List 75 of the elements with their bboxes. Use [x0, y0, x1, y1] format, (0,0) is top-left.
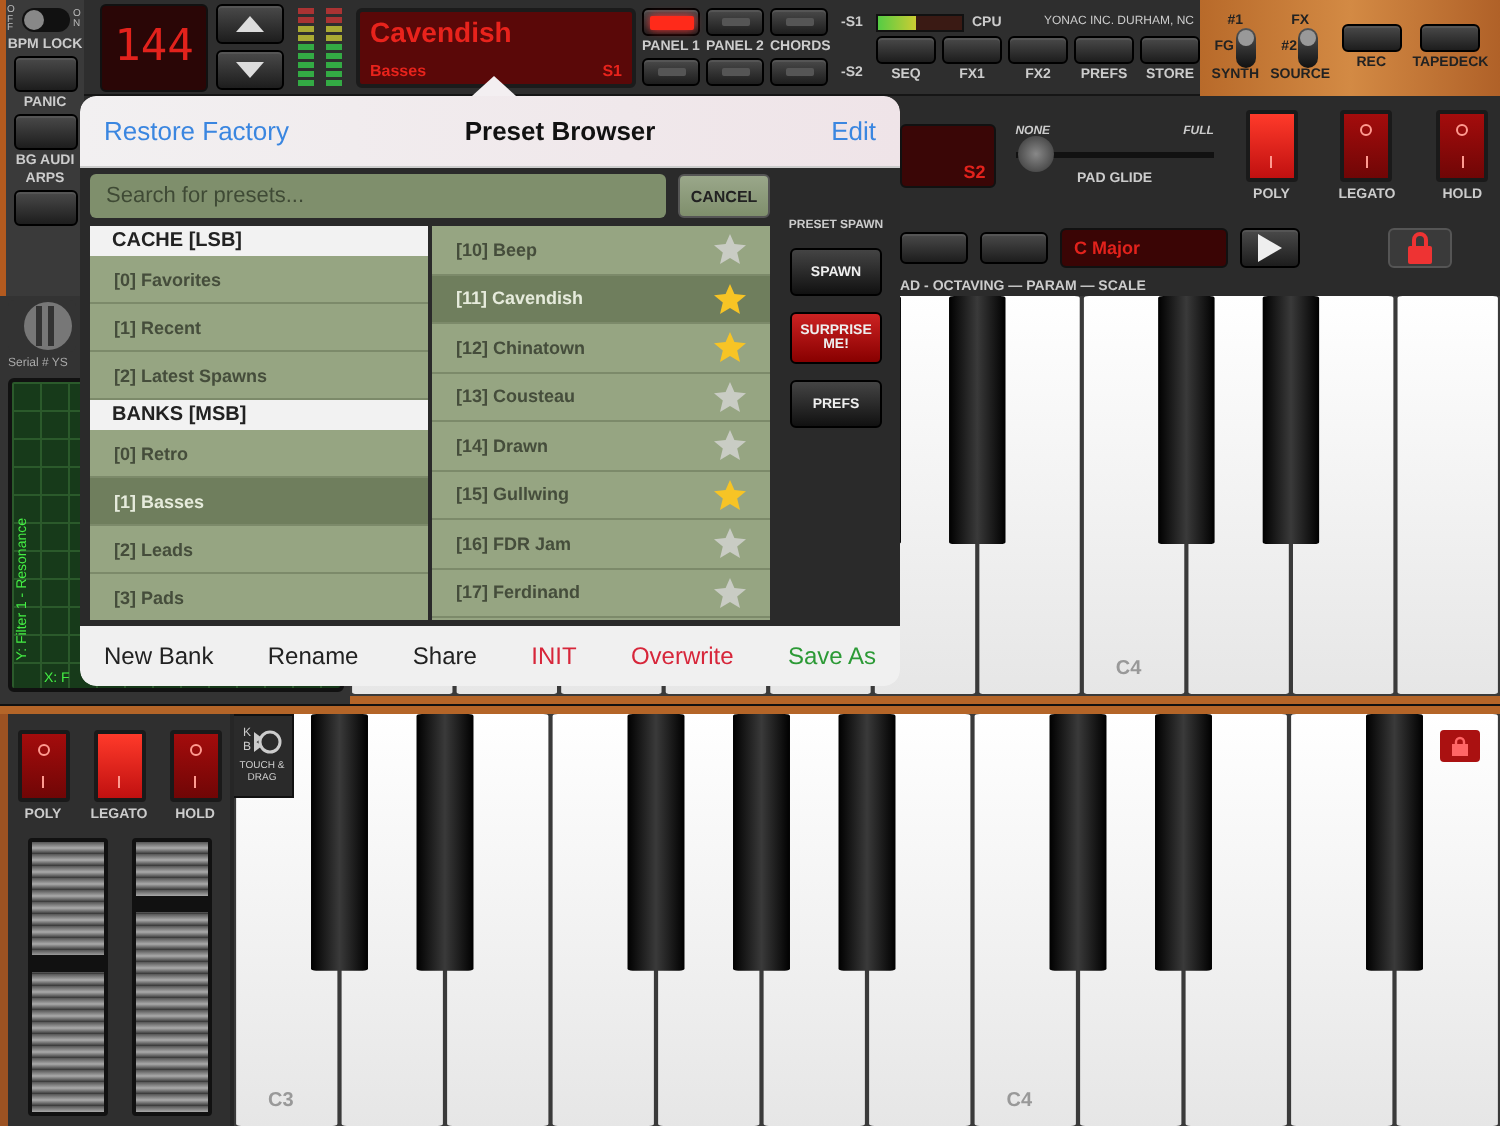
panel-button[interactable] — [642, 8, 700, 36]
up-button[interactable] — [216, 4, 284, 44]
bank-name: Basses — [370, 61, 427, 79]
lock-icon — [1408, 232, 1432, 264]
panel-button[interactable] — [706, 8, 764, 36]
rocker-switch[interactable] — [1245, 110, 1298, 182]
list-item[interactable]: [0] Favorites — [90, 256, 428, 304]
up-arrow-icon — [236, 16, 264, 32]
list-item[interactable]: [12] Chinatown — [432, 324, 770, 373]
popover-title: Preset Browser — [464, 116, 656, 146]
rocker-switch[interactable] — [17, 730, 69, 802]
panel-button[interactable] — [770, 58, 828, 86]
tempo-display: 144 — [100, 3, 208, 91]
search-field[interactable]: Search for presets... — [90, 174, 666, 218]
key-label: C3 — [268, 1090, 294, 1112]
push-button[interactable] — [1420, 24, 1481, 52]
scale-display: C Major — [1060, 228, 1228, 268]
rocker-switch[interactable] — [1340, 110, 1393, 182]
level-meter-drawing — [292, 3, 344, 91]
list-item[interactable]: [2] Leads — [90, 526, 428, 574]
mod-wheel[interactable] — [131, 838, 211, 1116]
cpu-meter — [876, 13, 964, 31]
slot-label: S1 — [602, 61, 622, 79]
slider-knob[interactable] — [1017, 136, 1054, 172]
play-icon — [1258, 234, 1282, 262]
list-item[interactable]: [11] Cavendish — [432, 275, 770, 324]
push-button[interactable] — [1341, 24, 1402, 52]
panel-button[interactable] — [770, 8, 828, 36]
section-header: CACHE [LSB] — [90, 226, 428, 256]
preset-name: Cavendish — [370, 15, 514, 47]
action-button[interactable]: INIT — [531, 642, 577, 670]
key-label: C4 — [1115, 658, 1142, 680]
restore-factory-button[interactable]: Restore Factory — [104, 116, 289, 146]
preset-name: [11] Cavendish — [456, 288, 584, 309]
action-button[interactable]: New Bank — [104, 642, 214, 670]
lock-icon — [1452, 736, 1468, 756]
list-item[interactable]: [17] Ferdinand — [432, 569, 770, 618]
lock-button[interactable] — [1388, 228, 1452, 268]
rocker-switch[interactable] — [1436, 110, 1489, 182]
preset-name: [14] Drawn — [456, 435, 549, 456]
slot-display: S2 — [900, 124, 996, 188]
lever-switch[interactable] — [1236, 27, 1257, 67]
action-button[interactable]: Save As — [787, 642, 876, 670]
down-arrow-icon — [236, 62, 264, 78]
edit-button[interactable]: Edit — [831, 116, 876, 146]
preset-name: [15] Gullwing — [456, 484, 570, 505]
panel-button[interactable] — [706, 58, 764, 86]
rocker-switch[interactable] — [169, 730, 221, 802]
pitch-wheel[interactable] — [27, 838, 107, 1116]
key-label: C4 — [1006, 1090, 1033, 1112]
list-item[interactable]: [1] Recent — [90, 304, 428, 352]
list-item[interactable]: [13] Cousteau — [432, 373, 770, 422]
action-button[interactable]: Overwrite — [630, 642, 734, 670]
rocker-switch[interactable] — [93, 730, 145, 802]
preset-name: [13] Cousteau — [456, 386, 576, 407]
preset-name: [16] FDR Jam — [456, 533, 572, 554]
piano-keys[interactable] — [234, 714, 1500, 1126]
lock-button[interactable] — [1440, 730, 1480, 762]
cancel-button[interactable]: CANCEL — [678, 174, 770, 218]
lever-switch[interactable] — [1298, 27, 1319, 67]
play-button[interactable] — [1240, 228, 1300, 268]
preset-name: [17] Ferdinand — [456, 582, 581, 603]
list-item[interactable]: [15] Gullwing — [432, 471, 770, 520]
list-item[interactable]: [16] FDR Jam — [432, 520, 770, 569]
list-item[interactable]: [14] Drawn — [432, 422, 770, 471]
section-header: BANKS [MSB] — [90, 400, 428, 430]
action-button[interactable]: Rename — [267, 642, 359, 670]
list-item[interactable]: [3] Pads — [90, 574, 428, 620]
down-button[interactable] — [216, 50, 284, 90]
action-button[interactable]: Share — [412, 642, 477, 670]
panel-button[interactable] — [642, 58, 700, 86]
toggle-switch[interactable] — [21, 7, 69, 32]
preset-name: [10] Beep — [456, 239, 538, 260]
preset-name: [12] Chinatown — [456, 337, 585, 358]
list-item[interactable]: [1] Basses — [90, 478, 428, 526]
